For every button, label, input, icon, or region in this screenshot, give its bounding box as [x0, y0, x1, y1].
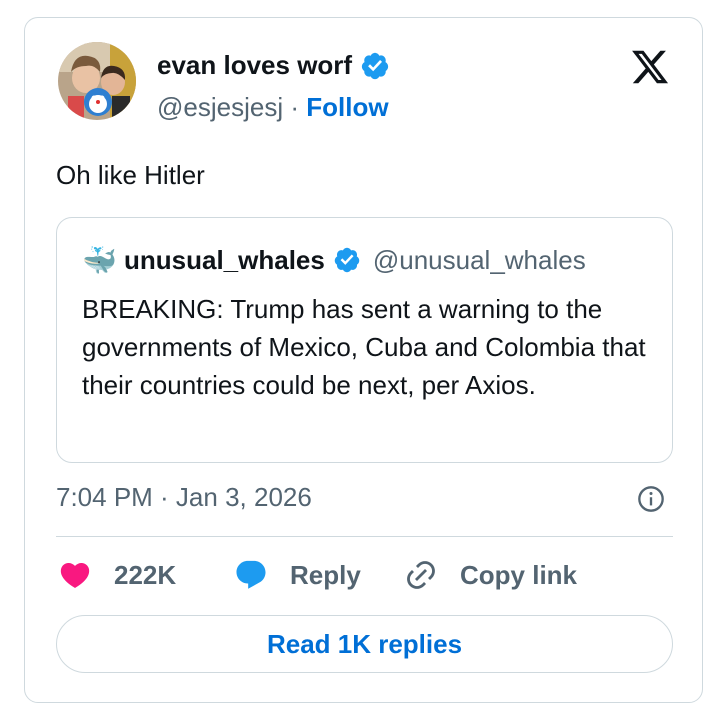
quoted-author-name: unusual_whales: [124, 244, 325, 275]
quoted-author-handle: @unusual_whales: [372, 244, 586, 275]
avatar[interactable]: [58, 42, 136, 120]
author-display-name[interactable]: evan loves worf: [157, 50, 352, 81]
read-replies-button[interactable]: Read 1K replies: [56, 615, 673, 673]
heart-icon: [60, 562, 90, 588]
x-logo-icon[interactable]: [629, 47, 671, 87]
reply-bubble-icon: [236, 560, 266, 589]
reply-label: Reply: [290, 559, 361, 590]
tweet-embed-card: evan loves worf @esjesjesj · Follow Oh l…: [24, 17, 703, 703]
divider: [56, 536, 673, 537]
like-count: 222K: [114, 559, 177, 590]
verified-badge-icon: [334, 247, 360, 273]
author-handle[interactable]: @esjesjesj: [157, 92, 283, 122]
copy-link-button[interactable]: Copy link: [404, 558, 577, 592]
tweet-timestamp[interactable]: 7:04 PM · Jan 3, 2026: [56, 482, 312, 513]
tweet-text: Oh like Hitler: [56, 160, 205, 190]
info-icon[interactable]: [637, 485, 665, 513]
follow-button[interactable]: Follow: [306, 92, 388, 122]
like-button[interactable]: 222K: [58, 558, 176, 592]
reply-button[interactable]: Reply: [234, 558, 361, 592]
quoted-tweet[interactable]: 🐳 unusual_whales @unusual_whales BREAKIN…: [56, 217, 673, 463]
link-icon: [407, 561, 435, 589]
verified-badge-icon: [361, 52, 389, 79]
separator-dot: ·: [290, 92, 307, 122]
copy-link-label: Copy link: [460, 559, 578, 590]
author-handle-row: @esjesjesj · Follow: [157, 92, 389, 123]
author-name-row[interactable]: evan loves worf: [157, 50, 390, 81]
quoted-tweet-text: BREAKING: Trump has sent a warning to th…: [82, 294, 646, 400]
quoted-avatar: 🐳: [82, 244, 117, 276]
quoted-tweet-header: 🐳 unusual_whales @unusual_whales: [82, 243, 586, 277]
